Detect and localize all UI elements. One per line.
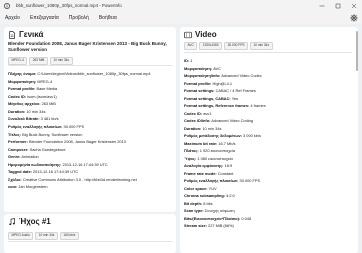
detail-row: Format settings, Reference frames: 4 fra…	[184, 103, 266, 109]
general-subtitle: Blender Foundation 2008, Janus Bager Kri…	[8, 41, 167, 52]
music-note-icon	[8, 217, 16, 226]
maximize-icon	[335, 3, 341, 8]
chip-framerate: 30.000 FPS	[224, 42, 248, 50]
general-panel: Γενικά Blender Foundation 2008, Janus Ba…	[4, 27, 176, 212]
detail-row: Τίτλος: Big Buck Bunny, Sunflower versio…	[8, 131, 83, 137]
detail-row: Performer: Blender Foundation 2008, Janu…	[8, 139, 126, 145]
menu-view[interactable]: Προβολή	[69, 15, 89, 21]
detail-row: Ημερομηνία κωδικοποίησης: 2013-12-16 17:…	[8, 161, 108, 167]
detail-row: Scan type: Συνεχής σάρωση	[184, 208, 235, 214]
chip-codec: AVC	[184, 42, 198, 50]
chip-size: 263 MiB	[29, 57, 48, 65]
menu-bar: Αρχείο Επεξεργασία Προβολή Βοήθεια	[0, 11, 362, 24]
detail-row: Μορφοποίηση/Info: Advanced Video Codec	[184, 73, 262, 79]
chip-format: MPEG-4	[8, 57, 28, 65]
detail-row: Codec ID/Info: Advanced Video Coding	[184, 118, 253, 124]
chip-audio-format: MPEG Audio	[8, 232, 34, 240]
detail-row: Color space: YUV	[184, 185, 217, 191]
detail-row: Codec ID: avc1	[184, 110, 212, 116]
video-scrollbar[interactable]	[355, 31, 358, 71]
general-header: Γενικά	[8, 30, 43, 39]
detail-row: ID: 1	[184, 58, 193, 63]
menu-file[interactable]: Αρχείο	[5, 15, 20, 21]
detail-row: Bits/(Εικονοστοιχείο*Πλαίσιο): 0.048	[184, 215, 252, 221]
audio-header: Ήχος #1	[8, 217, 51, 226]
detail-row: Duration: 10 min 34s	[184, 125, 222, 131]
detail-row: Genre: Animation	[8, 154, 39, 160]
detail-row: Μορφοποίηση: MPEG-4	[8, 78, 53, 84]
detail-row: Tagged date: 2013-12-16 17:44:39 UTC	[8, 169, 79, 175]
video-header: Video	[184, 30, 217, 39]
detail-row: Ρυθμός εναλλαγής πλαισίων: 30.000 FPS	[8, 123, 85, 129]
detail-row: Maximum bit rate: 16.7 Mb/s	[184, 140, 236, 146]
detail-row: Συνολικό Bitrate: 3 481 kb/s	[8, 116, 59, 122]
detail-row: Composer: Sacha Goedegebure	[8, 146, 66, 152]
general-details: Πλήρης όνομα: C:\Users\legion\Videos\bbb…	[8, 70, 172, 191]
document-icon	[8, 30, 16, 39]
menu-help[interactable]: Βοήθεια	[99, 15, 117, 21]
menu-edit[interactable]: Επεξεργασία	[30, 15, 59, 21]
detail-row: Codec ID: isom (isom/avc1)	[8, 93, 57, 99]
maximize-button[interactable]	[330, 0, 346, 11]
detail-row: Ρυθμός εναλλαγής πλαισίων: 30.000 FPS	[184, 178, 261, 184]
gear-icon	[349, 13, 358, 22]
detail-row: Πλάτος: 1 920 εικονοστοιχεία	[184, 148, 236, 154]
chip-resolution: 1920x1080	[199, 42, 223, 50]
general-chips: MPEG-4 263 MiB 10 min 34s	[8, 57, 73, 65]
detail-row: com: Jan Morgenstern	[8, 184, 48, 190]
detail-row: Format profile: High@L4.1	[184, 80, 233, 86]
chip-audio-duration: 10 min 34s	[35, 232, 58, 240]
chip-duration: 10 min 34s	[49, 57, 73, 65]
minimize-button[interactable]	[314, 0, 330, 11]
detail-row: Bit depth: 8 bits	[184, 200, 213, 206]
detail-row: Ύψος: 1 080 εικονοστοιχεία	[184, 155, 233, 161]
video-divider	[184, 52, 352, 53]
audio-panel: Ήχος #1 MPEG Audio 10 min 34s 160 kb/s	[4, 214, 176, 253]
film-icon	[184, 31, 192, 39]
settings-button[interactable]	[349, 13, 358, 22]
detail-row: Format settings, CABAC: Yes	[184, 95, 239, 101]
detail-row: Μέγεθος αρχείου: 263 MiB	[8, 101, 56, 107]
detail-row: Πλήρης όνομα: C:\Users\legion\Videos\bbb…	[8, 71, 151, 76]
detail-row: Chroma subsampling: 4:2:0	[184, 193, 235, 199]
app-icon	[4, 2, 10, 9]
detail-row: Ρυθμός μετάδοσης δεδομένων: 3 000 kb/s	[184, 133, 261, 139]
detail-row: Frame rate mode: Constant	[184, 170, 234, 176]
audio-title: Ήχος #1	[19, 217, 51, 226]
chip-video-duration: 10 min 34s	[249, 42, 273, 50]
close-button[interactable]	[346, 0, 362, 11]
title-bar: bbb_sunflower_1080p_30fps_normal.mp4 - P…	[0, 0, 362, 11]
audio-chips: MPEG Audio 10 min 34s 160 kb/s	[8, 232, 79, 240]
detail-row: Μορφοποίηση: AVC	[184, 65, 221, 71]
detail-row: Σχόλιο: Creative Commons Attribution 3.0…	[8, 176, 137, 182]
detail-row: Duration: 10 min 34s	[8, 108, 46, 114]
detail-row: Αναλογία εμφάνισης: 16:9	[184, 163, 233, 169]
minimize-icon	[319, 5, 325, 6]
detail-row: Format profile: Base Media	[8, 86, 58, 92]
detail-row: Stream size: 227 MiB (86%)	[184, 223, 234, 229]
detail-row: Format settings: CABAC / 4 Ref Frames	[184, 88, 256, 94]
video-title: Video	[195, 30, 217, 39]
chip-audio-bitrate: 160 kb/s	[59, 232, 79, 240]
close-icon	[351, 3, 357, 8]
audio-divider	[8, 241, 172, 242]
video-panel: Video AVC 1920x1080 30.000 FPS 10 min 34…	[180, 27, 358, 253]
video-chips: AVC 1920x1080 30.000 FPS 10 min 34s	[184, 42, 273, 50]
general-divider	[8, 65, 172, 66]
video-details: ID: 1 Μορφοποίηση: AVC Μορφοποίηση/Info:…	[184, 57, 352, 230]
window-title: bbb_sunflower_1080p_30fps_normal.mp4 - P…	[16, 3, 122, 8]
general-title: Γενικά	[19, 30, 44, 39]
